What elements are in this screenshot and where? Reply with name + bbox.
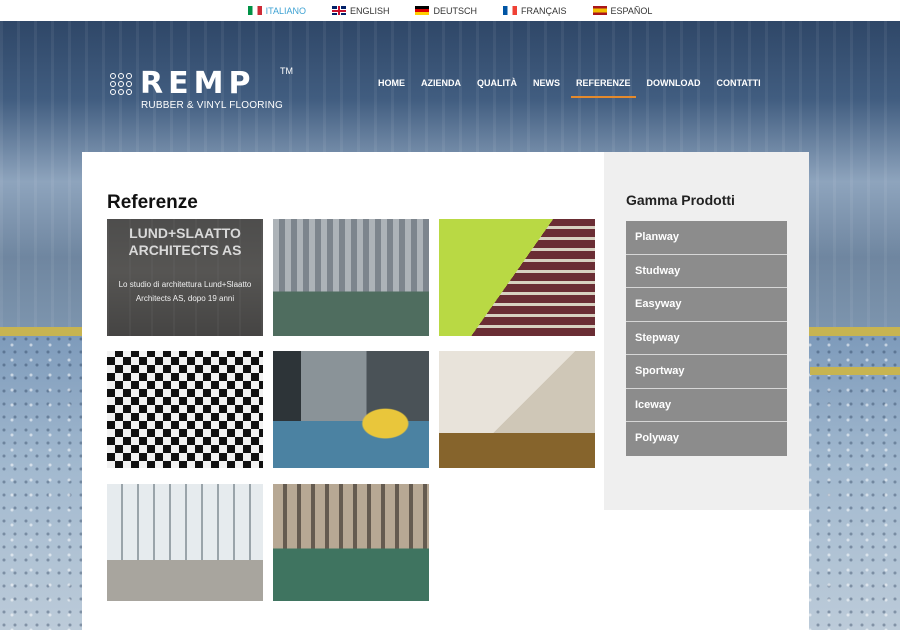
nav-referenze[interactable]: REFERENZE xyxy=(568,78,639,98)
page-title: Referenze xyxy=(107,192,198,213)
reference-tile-fitness-center[interactable] xyxy=(273,484,429,601)
brand-tagline: RUBBER & VINYL FLOORING xyxy=(141,100,284,111)
product-item-stepway[interactable]: Stepway xyxy=(626,321,787,355)
product-item-sportway[interactable]: Sportway xyxy=(626,355,787,389)
language-deutsch[interactable]: DEUTSCH xyxy=(415,6,477,16)
reference-tile-lounge[interactable] xyxy=(107,351,263,468)
product-item-studway[interactable]: Studway xyxy=(626,254,787,288)
reference-tile-metro-station[interactable] xyxy=(273,351,429,468)
reference-gallery: LUND+SLAATTO ARCHITECTS AS Lo studio di … xyxy=(107,219,597,601)
reference-tile-shop-aisle[interactable] xyxy=(439,219,595,336)
remp-logo[interactable]: REMP TM RUBBER & VINYL FLOORING xyxy=(110,66,310,118)
language-label: DEUTSCH xyxy=(433,5,477,16)
nav-contatti[interactable]: CONTATTI xyxy=(709,78,769,98)
france-flag-icon xyxy=(503,6,517,15)
tile-hover-overlay: LUND+SLAATTO ARCHITECTS AS Lo studio di … xyxy=(107,219,263,336)
language-label: ESPAÑOL xyxy=(610,5,653,16)
uk-flag-icon xyxy=(331,6,346,15)
brand-trademark: TM xyxy=(280,66,293,76)
product-menu: Planway Studway Easyway Stepway Sportway… xyxy=(626,221,787,456)
language-label: ENGLISH xyxy=(349,5,390,16)
language-bar: ITALIANO ENGLISH DEUTSCH FRANÇAIS ESPAÑO… xyxy=(0,0,900,21)
logo-dots-icon xyxy=(110,73,134,95)
italy-flag-icon xyxy=(247,6,262,15)
language-francais[interactable]: FRANÇAIS xyxy=(503,6,567,16)
main-nav: HOME AZIENDA QUALITÀ NEWS REFERENZE DOWN… xyxy=(370,78,769,98)
product-sidebar: Gamma Prodotti Planway Studway Easyway S… xyxy=(604,152,809,510)
tile-title: LUND+SLAATTO ARCHITECTS AS xyxy=(128,225,242,258)
product-item-polyway[interactable]: Polyway xyxy=(626,422,787,456)
product-item-planway[interactable]: Planway xyxy=(626,221,787,255)
language-english[interactable]: ENGLISH xyxy=(331,5,390,16)
language-label: FRANÇAIS xyxy=(521,5,567,16)
nav-news[interactable]: NEWS xyxy=(525,78,568,98)
reference-tile-gym-corridor[interactable] xyxy=(273,219,429,336)
language-label: ITALIANO xyxy=(265,5,306,16)
product-item-iceway[interactable]: Iceway xyxy=(626,388,787,422)
reference-tile-lobby-hall[interactable] xyxy=(439,351,595,468)
floor-stripe-right xyxy=(810,367,900,375)
nav-download[interactable]: DOWNLOAD xyxy=(639,78,709,98)
nav-azienda[interactable]: AZIENDA xyxy=(413,78,469,98)
nav-qualita[interactable]: QUALITÀ xyxy=(469,78,525,98)
tile-excerpt: Lo studio di architettura Lund+Slaatto A… xyxy=(118,280,252,303)
germany-flag-icon xyxy=(415,6,430,15)
language-espanol[interactable]: ESPAÑOL xyxy=(592,5,653,16)
product-item-easyway[interactable]: Easyway xyxy=(626,288,787,322)
reference-tile-lund-slaatto[interactable]: LUND+SLAATTO ARCHITECTS AS Lo studio di … xyxy=(107,219,263,336)
sidebar-title: Gamma Prodotti xyxy=(626,192,735,208)
brand-name: REMP xyxy=(140,66,256,101)
reference-tile-cafeteria[interactable] xyxy=(107,484,263,601)
language-italiano[interactable]: ITALIANO xyxy=(247,5,306,16)
spain-flag-icon xyxy=(592,6,607,15)
nav-home[interactable]: HOME xyxy=(370,78,413,98)
